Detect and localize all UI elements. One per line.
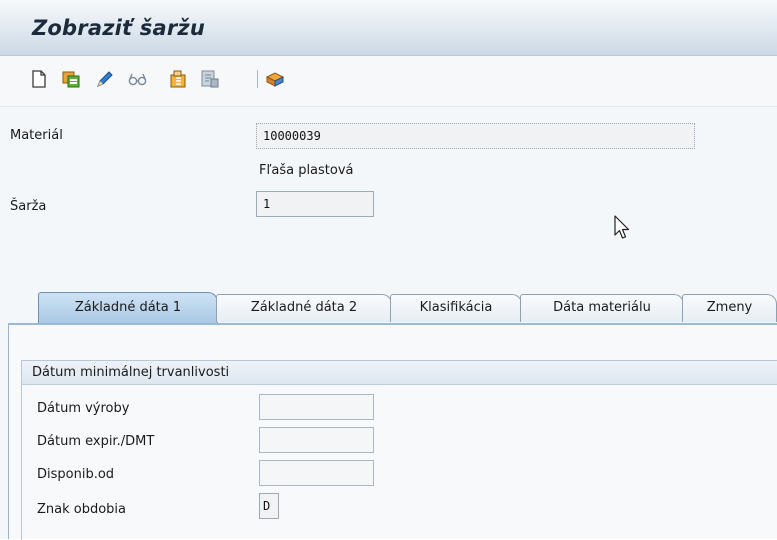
production-date-field[interactable] bbox=[259, 394, 374, 420]
application-toolbar bbox=[0, 56, 777, 107]
material-field[interactable]: 10000039 bbox=[256, 123, 695, 149]
change-pencil-icon[interactable] bbox=[94, 68, 116, 90]
tab-strip: Základné dáta 1 Základné dáta 2 Klasifik… bbox=[0, 292, 777, 323]
expiry-date-field[interactable] bbox=[259, 427, 374, 453]
tab-basic-data-2[interactable]: Základné dáta 2 bbox=[216, 294, 392, 322]
available-from-field[interactable] bbox=[259, 460, 374, 486]
tab-basic-data-1[interactable]: Základné dáta 1 bbox=[38, 292, 218, 323]
tab-changes[interactable]: Zmeny bbox=[682, 294, 777, 322]
expiry-date-label: Dátum expir./DMT bbox=[37, 434, 155, 449]
other-object-icon[interactable] bbox=[167, 68, 189, 90]
toolbar-separator bbox=[257, 70, 258, 88]
material-description: Fľaša plastová bbox=[259, 163, 354, 178]
mouse-cursor-icon bbox=[614, 215, 630, 245]
batch-label: Šarža bbox=[10, 199, 47, 214]
new-document-icon[interactable] bbox=[28, 68, 50, 90]
classification-icon[interactable] bbox=[264, 68, 286, 90]
batch-field[interactable]: 1 bbox=[256, 191, 374, 217]
group-title: Dátum minimálnej trvanlivosti bbox=[22, 361, 777, 385]
page-title: Zobraziť šaržu bbox=[32, 16, 205, 40]
production-date-label: Dátum výroby bbox=[37, 401, 130, 416]
period-indicator-label: Znak obdobia bbox=[37, 502, 127, 517]
material-label: Materiál bbox=[10, 128, 63, 143]
print-preview-icon[interactable] bbox=[199, 68, 221, 90]
tab-classification[interactable]: Klasifikácia bbox=[390, 294, 522, 322]
available-from-label: Disponib.od bbox=[37, 467, 115, 482]
title-bar: Zobraziť šaržu bbox=[0, 0, 777, 56]
tab-panel: Dátum minimálnej trvanlivosti Dátum výro… bbox=[8, 323, 777, 540]
tab-material-data[interactable]: Dáta materiálu bbox=[520, 294, 684, 322]
period-indicator-field[interactable]: D bbox=[259, 493, 279, 519]
shelf-life-group: Dátum minimálnej trvanlivosti Dátum výro… bbox=[21, 360, 777, 540]
copy-icon[interactable] bbox=[60, 68, 82, 90]
display-glasses-icon[interactable] bbox=[127, 68, 149, 90]
